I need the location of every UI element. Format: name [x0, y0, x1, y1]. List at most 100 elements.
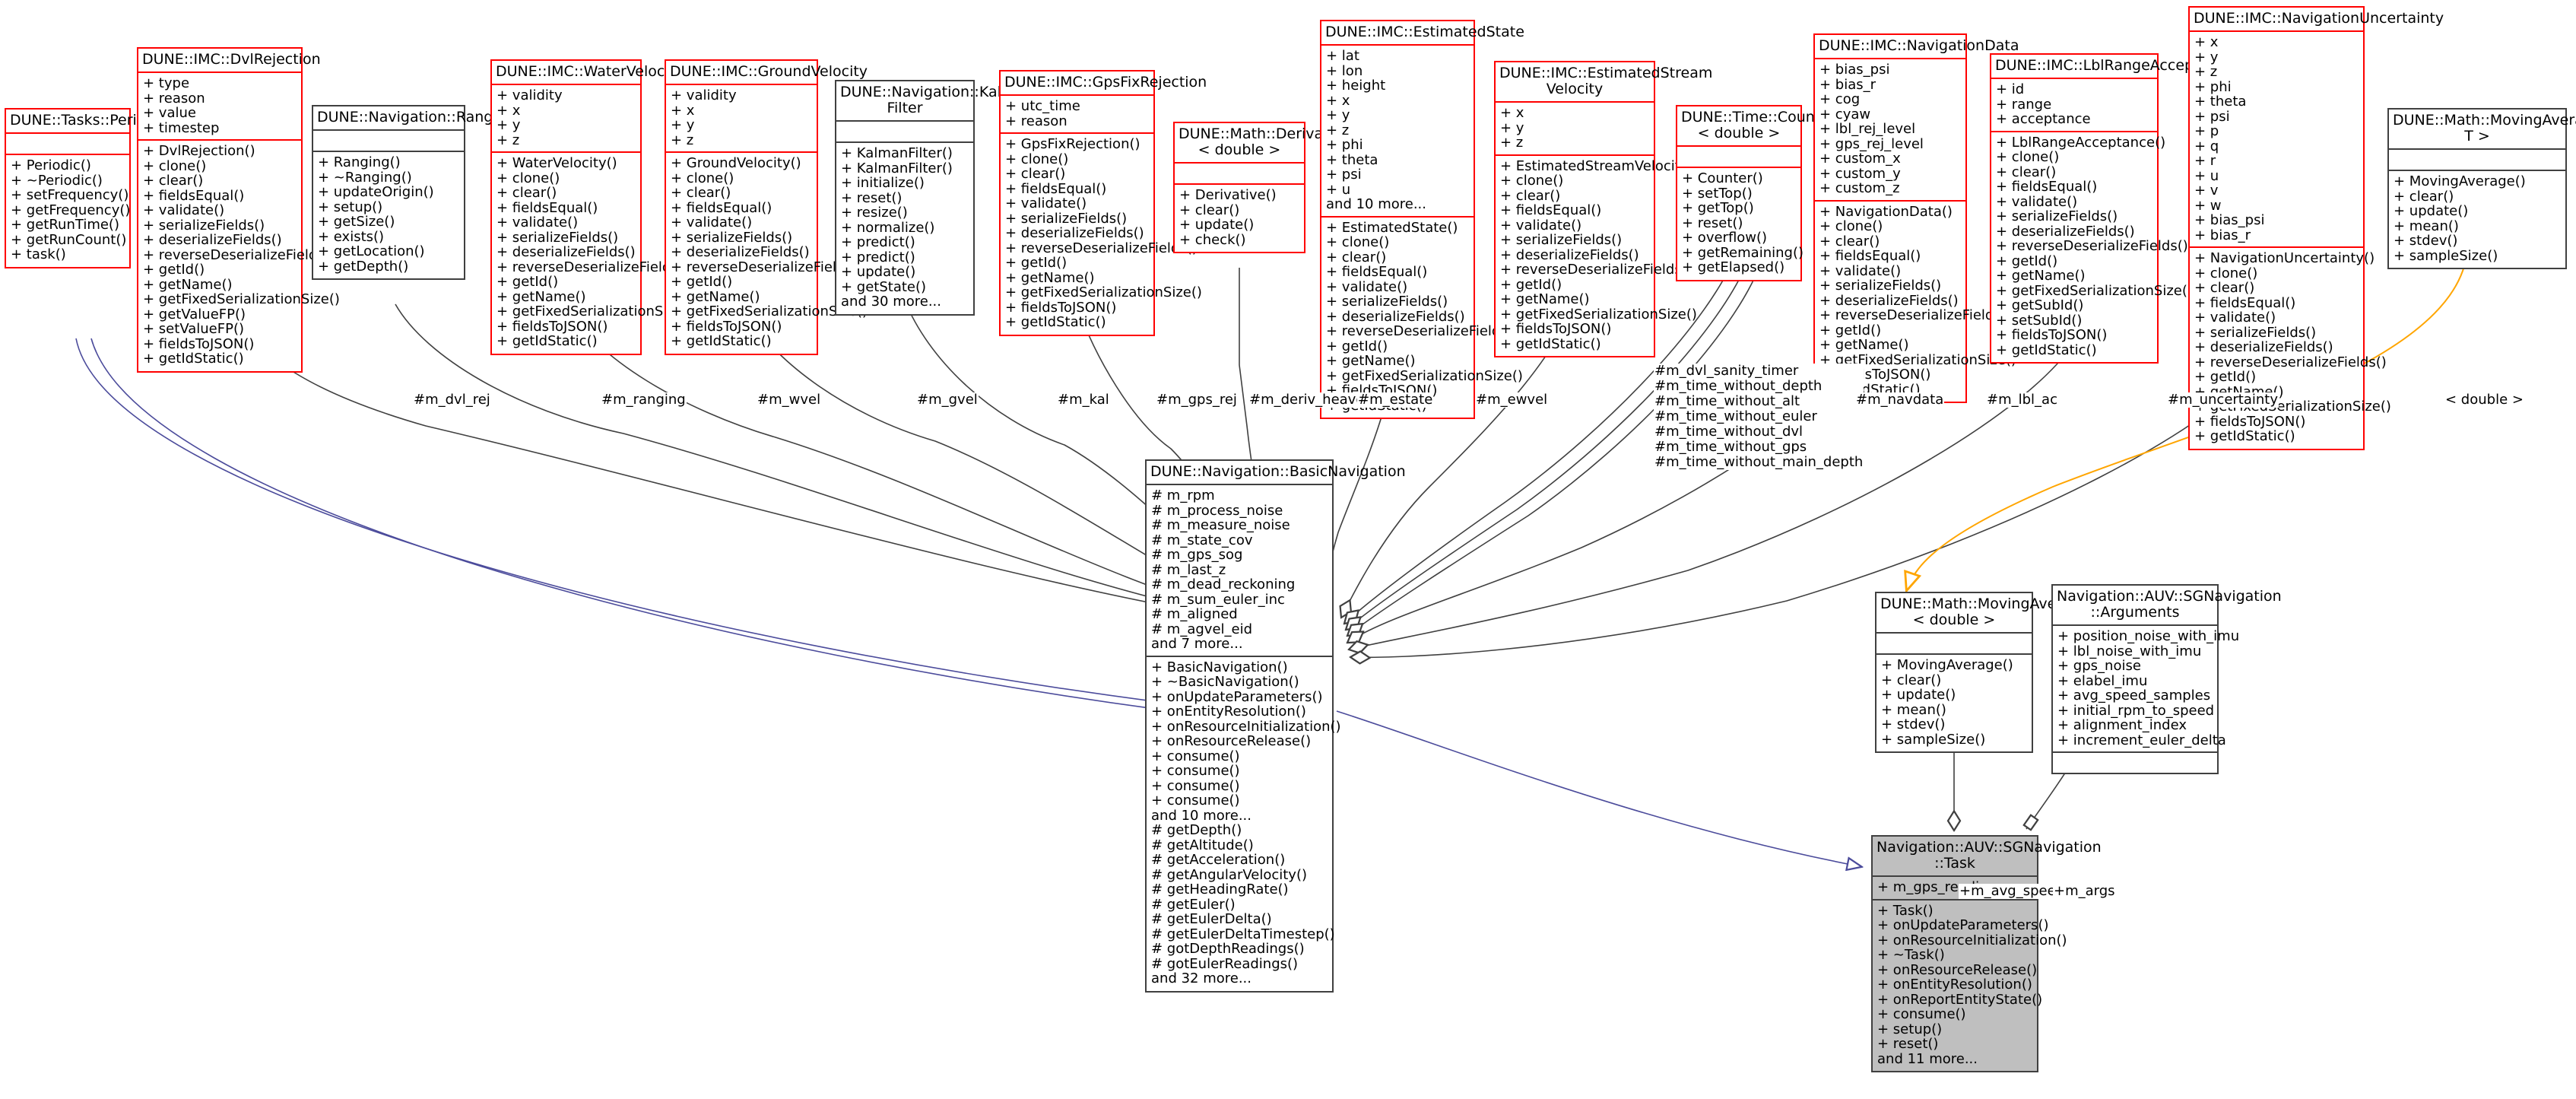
attribute-row: + custom_x: [1819, 151, 1901, 167]
class-attributes: [836, 122, 973, 143]
operation-row: + update(): [2394, 203, 2469, 219]
class-node-movingaveragedouble[interactable]: DUNE::Math::MovingAverage < double > + Mo…: [1875, 592, 2089, 753]
class-attributes: + x + y + z + phi + theta + psi + p + q + r + u + …: [2190, 32, 2363, 248]
operation-row: + clone(): [1819, 218, 1883, 234]
class-node-dvlrejection[interactable]: DUNE::IMC::DvlRejection + type + reason + v…: [137, 47, 340, 373]
class-node-watervelocity[interactable]: DUNE::IMC::WaterVelocity + validity + x + y…: [490, 59, 693, 355]
class-name: DUNE::Navigation::Ranging: [313, 106, 516, 131]
class-node-movingaveraget[interactable]: DUNE::Math::MovingAverage< T >+ MovingAv…: [2387, 108, 2576, 269]
attribute-row: + validity: [671, 87, 737, 103]
operation-row: + stdev(): [1881, 716, 1946, 732]
edge-label-avg_speed: +m_avg_speed: [1959, 883, 2066, 899]
operation-row: + reverseDeserializeFields(): [2194, 354, 2387, 370]
attribute-row: + phi: [2194, 78, 2232, 95]
attribute-row: # m_last_z: [1151, 561, 1226, 578]
operation-row: + serializeFields(): [143, 217, 265, 233]
operation-row: + fieldsEqual(): [2194, 294, 2296, 311]
operation-row: # getHeadingRate(): [1151, 881, 1289, 897]
class-node-counter[interactable]: DUNE::Time::Counter < double > + Counter(…: [1676, 105, 1835, 281]
operation-row: + predict(): [841, 249, 915, 265]
operation-row: # getAltitude(): [1151, 837, 1254, 853]
operation-row: + clear(): [1326, 249, 1387, 265]
attribute-row: # m_dead_reckoning: [1151, 576, 1296, 592]
class-node-derivative[interactable]: DUNE::Math::Derivative < double > + Deriv…: [1173, 122, 1350, 253]
operation-row: + setFrequency(): [11, 187, 129, 203]
class-node-navigationdata[interactable]: DUNE::IMC::NavigationData + bias_psi + bia…: [1813, 33, 2019, 403]
operation-row: + clear(): [1996, 164, 2057, 180]
class-operations: + Counter() + setTop() + getTop() + reset()…: [1677, 168, 1804, 280]
class-node-periodic[interactable]: DUNE::Tasks::Periodic + Periodic() + ~Peri…: [5, 108, 167, 268]
operation-row: + clone(): [496, 170, 560, 186]
operation-row: + reverseDeserializeFields(): [1819, 307, 2012, 323]
operation-row: + validate(): [1005, 195, 1087, 211]
attribute-row: + increment_euler_delta: [2057, 732, 2226, 748]
operation-row: + clear(): [1500, 187, 1561, 204]
operation-row: + DvlRejection(): [143, 143, 255, 159]
attribute-row: # m_measure_noise: [1151, 517, 1290, 533]
class-node-sgnavtask[interactable]: Navigation::AUV::SGNavigation ::Task + m_…: [1871, 835, 2102, 1072]
attribute-row: + psi: [2194, 108, 2230, 125]
operation-row: + fieldsToJSON(): [143, 335, 255, 352]
operation-row: + NavigationData(): [1819, 203, 1953, 220]
operation-row: + onResourceRelease(): [1151, 733, 1312, 749]
operation-row: + LblRangeAcceptance(): [1996, 134, 2166, 151]
class-node-groundvelocity[interactable]: DUNE::IMC::GroundVelocity + validity + x + …: [665, 59, 868, 355]
operation-row: + getRemaining(): [1682, 244, 1804, 261]
operation-row: + getValueFP(): [143, 306, 246, 322]
class-node-estimatedstreamvelocity[interactable]: DUNE::IMC::EstimatedStream Velocity + x + …: [1494, 61, 1712, 357]
class-node-kalmanfilter[interactable]: DUNE::Navigation::Kalman Filter + KalmanF…: [835, 80, 1033, 316]
operation-row: + getId(): [671, 274, 733, 290]
operation-row: + serializeFields(): [1326, 294, 1448, 310]
operation-row: + consume(): [1877, 1006, 1966, 1022]
class-operations: + GpsFixRejection() + clone() + clear() + f…: [1001, 134, 1202, 335]
operation-row: + GpsFixRejection(): [1005, 136, 1140, 152]
edge-label-gps_rej: #m_gps_rej: [1156, 392, 1238, 408]
class-operations: + NavigationUncertainty() + clone() + clea…: [2190, 248, 2391, 449]
operation-row: + clear(): [1881, 672, 1942, 688]
operation-row: + deserializeFields(): [1819, 292, 1959, 309]
class-operations: + Ranging() + ~Ranging() + updateOrigin() +…: [313, 152, 464, 278]
attribute-row: # m_agvel_eid: [1151, 621, 1253, 637]
operation-row: + getIdStatic(): [1996, 341, 2097, 358]
operation-row: and 11 more...: [1877, 1050, 1978, 1067]
attribute-row: + phi: [1326, 137, 1363, 153]
class-node-navigationuncertainty[interactable]: DUNE::IMC::NavigationUncertainty + x + y + …: [2188, 6, 2444, 450]
attribute-row: + validity: [496, 87, 563, 103]
operation-row: and 10 more...: [1151, 807, 1252, 824]
operation-row: + getIdStatic(): [143, 351, 244, 367]
attribute-row: + x: [1500, 105, 1524, 121]
operation-row: + fieldsEqual(): [496, 199, 598, 216]
operation-row: + fieldsEqual(): [1326, 264, 1428, 280]
attribute-row: + initial_rpm_to_speed: [2057, 702, 2215, 719]
class-node-lblrangeacceptance[interactable]: DUNE::IMC::LblRangeAcceptance + id + range…: [1990, 53, 2234, 364]
class-node-sgnavarguments[interactable]: Navigation::AUV::SGNavigation ::Argument…: [2051, 584, 2282, 774]
operation-row: + getDepth(): [318, 258, 409, 275]
operation-row: + deserializeFields(): [2194, 339, 2333, 355]
operation-row: + validate(): [143, 202, 225, 218]
operation-row: + updateOrigin(): [318, 184, 434, 200]
operation-row: + clone(): [1996, 149, 2060, 165]
operation-row: + getId(): [1326, 338, 1388, 354]
class-node-ranging[interactable]: DUNE::Navigation::Ranging+ Ranging() + ~R…: [312, 105, 516, 280]
operation-row: + validate(): [671, 214, 753, 230]
operation-row: + NavigationUncertainty(): [2194, 250, 2375, 266]
operation-row: + getSubId(): [1996, 297, 2084, 313]
operation-row: + fieldsEqual(): [1005, 180, 1107, 197]
operation-row: + getFixedSerializationSize(): [671, 303, 868, 319]
class-node-gpsfixrejection[interactable]: DUNE::IMC::GpsFixRejection + utc_time + re…: [999, 70, 1207, 336]
operation-row: + onReportEntityState(): [1877, 991, 2043, 1008]
attribute-row: + reason: [143, 90, 205, 106]
operation-row: + reverseDeserializeFields(): [1996, 238, 2188, 254]
attribute-row: + theta: [2194, 94, 2247, 110]
attribute-row: + reason: [1005, 113, 1068, 129]
operation-row: + getIdStatic(): [2194, 428, 2295, 444]
class-node-basicnavigation[interactable]: DUNE::Navigation::BasicNavigation # m_rpm…: [1145, 459, 1406, 993]
attribute-row: + u: [1326, 181, 1351, 198]
operation-row: + reset(): [1877, 1036, 1939, 1052]
operation-row: + exists(): [318, 228, 385, 245]
operation-row: + KalmanFilter(): [841, 160, 953, 176]
class-operations: + WaterVelocity() + clone() + clear() + fie…: [492, 153, 693, 354]
class-node-estimatedstate[interactable]: DUNE::IMC::EstimatedState + lat + lon + hei…: [1320, 20, 1524, 419]
operation-row: # getEulerDelta(): [1151, 911, 1272, 927]
operation-row: + getState(): [841, 278, 927, 295]
